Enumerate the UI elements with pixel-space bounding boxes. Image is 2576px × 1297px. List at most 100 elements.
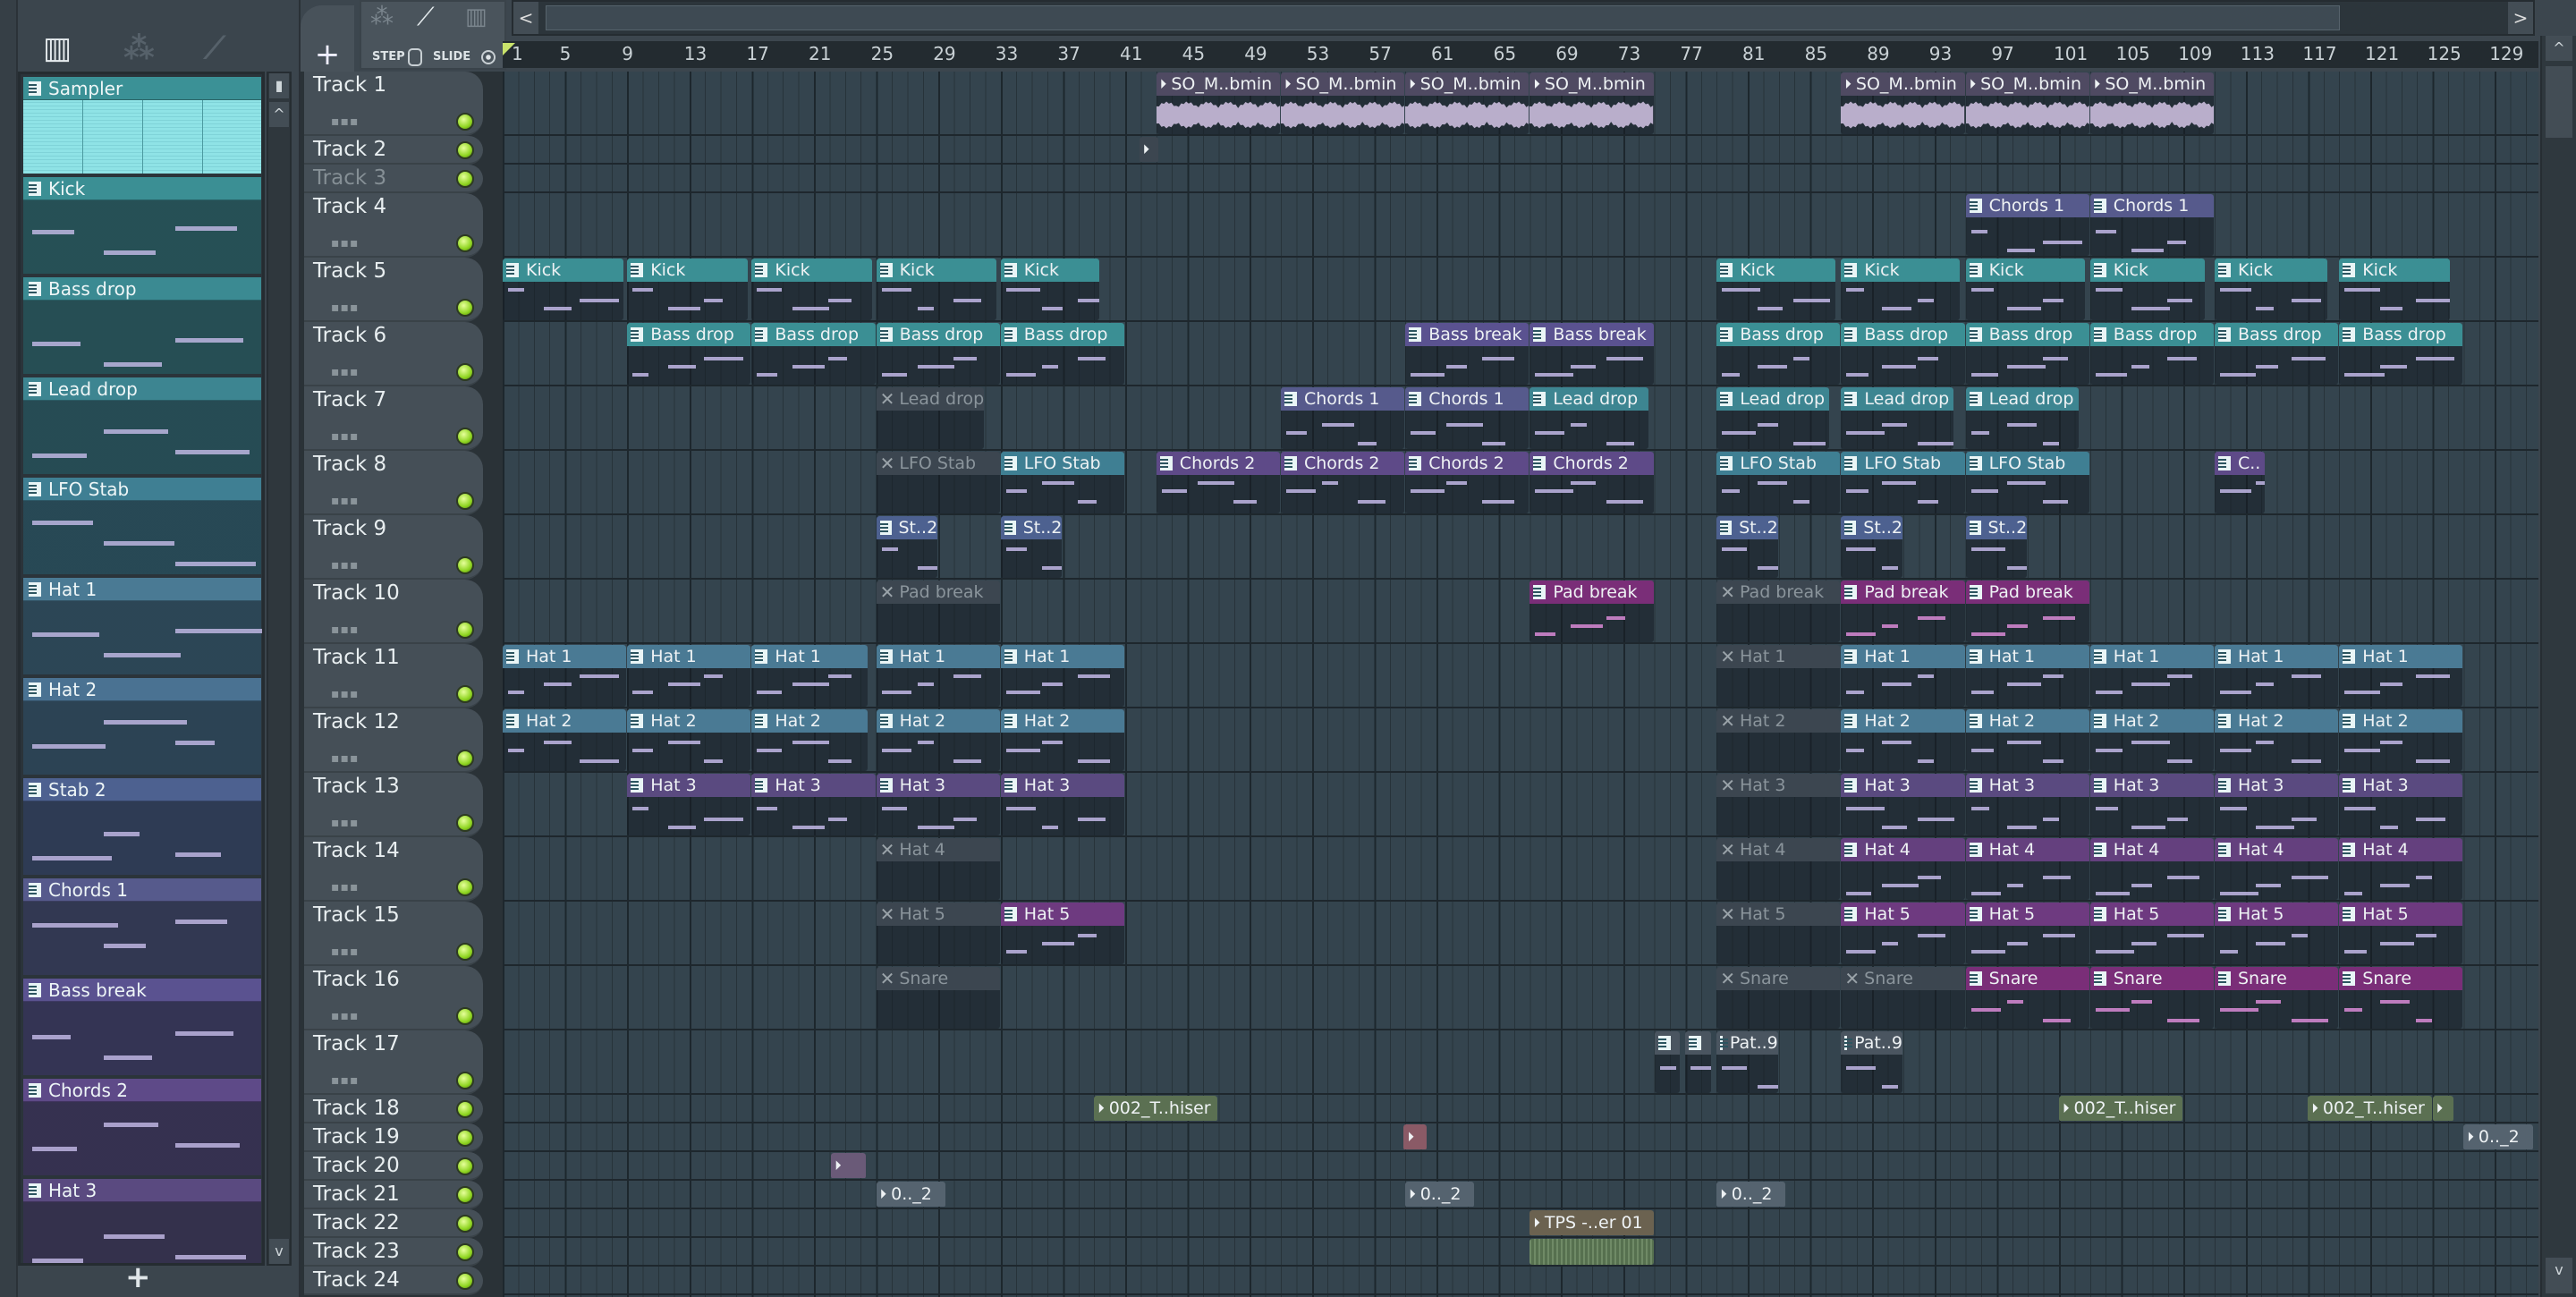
clip-header[interactable]: LFO Stab bbox=[1716, 452, 1841, 475]
track-header[interactable]: Track 22 bbox=[304, 1209, 483, 1238]
track-more-icon[interactable]: ▪▪▪ bbox=[331, 945, 359, 959]
track-name[interactable]: Track 16 bbox=[313, 968, 400, 991]
clip-header[interactable]: ⏵ 002_T..hiser bbox=[2059, 1096, 2183, 1121]
pattern-clip[interactable]: Kick bbox=[2339, 259, 2451, 320]
clip-header[interactable]: ⏵ 002_T..hiser bbox=[2308, 1096, 2432, 1121]
audio-clip[interactable]: ⏵ SO_M..bmin bbox=[1156, 72, 1280, 134]
track-header[interactable]: Track 9 ▪▪▪ bbox=[304, 515, 483, 580]
clip-header[interactable]: ⏵ 0.._2 bbox=[2463, 1124, 2533, 1149]
clip-header[interactable]: Bass drop bbox=[2089, 323, 2214, 346]
pattern-clip[interactable]: LFO Stab bbox=[1841, 452, 1965, 513]
pattern-clip[interactable]: Pat..9 bbox=[1841, 1031, 1902, 1093]
clip-header[interactable]: Snare bbox=[2339, 967, 2463, 990]
picker-item-header[interactable]: Chords 2 bbox=[23, 1079, 261, 1102]
pattern-clip[interactable]: LFO Stab bbox=[1716, 452, 1841, 513]
clip-header[interactable]: Bass break bbox=[1530, 323, 1654, 346]
pattern-clip[interactable]: Chords 1 bbox=[2089, 194, 2214, 256]
track-lane[interactable]: ✕ Hat 4 ✕ Hat 4 Hat 4 Hat 4 Hat 4 Hat 4 Hat 4 bbox=[503, 837, 2538, 902]
clip-header[interactable]: ✕ Snare bbox=[876, 967, 1000, 990]
track-header[interactable]: Track 12 ▪▪▪ bbox=[304, 708, 483, 773]
track-header[interactable]: Track 7 ▪▪▪ bbox=[304, 386, 483, 451]
clip-header[interactable]: Bass drop bbox=[1716, 323, 1841, 346]
clip-header[interactable]: Lead drop bbox=[1716, 387, 1830, 411]
audio-clip[interactable]: ⏵ SO_M..bmin bbox=[1530, 72, 1654, 134]
pattern-clip[interactable]: Chords 2 bbox=[1530, 452, 1654, 513]
clip-header[interactable]: Kick bbox=[627, 259, 748, 282]
track-more-icon[interactable]: ▪▪▪ bbox=[331, 623, 359, 637]
pattern-clip[interactable]: Bass drop bbox=[1841, 323, 1965, 385]
track-mute-led[interactable] bbox=[456, 141, 474, 159]
clip-header[interactable]: St..2 bbox=[876, 516, 938, 539]
pattern-clip[interactable]: Pad break bbox=[1965, 581, 2089, 642]
clip-header[interactable]: Kick bbox=[876, 259, 997, 282]
scroll-down-button[interactable]: v bbox=[2546, 1258, 2572, 1293]
clip-header[interactable]: ✕ Pad break bbox=[876, 581, 1000, 604]
audio-clip[interactable]: ⏵ 002_T..hiser bbox=[2308, 1096, 2432, 1122]
picker-item-header[interactable]: Kick bbox=[23, 177, 261, 200]
clip-header[interactable]: LFO Stab bbox=[1000, 452, 1124, 475]
audio-clip[interactable]: ⏵ SO_M..bmin bbox=[1281, 72, 1405, 134]
track-mute-led[interactable] bbox=[456, 878, 474, 896]
clip-header[interactable]: Hat 2 bbox=[2339, 709, 2463, 733]
audio-clip[interactable]: ⏵ 002_T..hiser bbox=[1094, 1096, 1218, 1122]
clip-header[interactable]: Hat 5 bbox=[1965, 903, 2089, 926]
pattern-clip[interactable]: Bass drop bbox=[1000, 323, 1124, 385]
clip-header[interactable]: ⏵ bbox=[1139, 137, 1159, 162]
clip-header[interactable]: Hat 3 bbox=[1000, 774, 1124, 797]
track-lane[interactable]: ✕ Lead drop Chords 1 Chords 1 Lead drop Lead … bbox=[503, 386, 2538, 451]
pattern-clip[interactable]: Kick bbox=[2215, 259, 2328, 320]
picker-item[interactable]: Chords 2 bbox=[23, 1079, 261, 1175]
track-mute-led[interactable] bbox=[456, 492, 474, 510]
track-mute-led[interactable] bbox=[456, 1100, 474, 1118]
pattern-clip[interactable]: Chords 1 bbox=[1405, 387, 1530, 449]
clip-header[interactable]: Hat 4 bbox=[1841, 838, 1965, 861]
clip-header[interactable]: Chords 1 bbox=[1281, 387, 1405, 411]
clip-header[interactable]: Snare bbox=[1965, 967, 2089, 990]
track-lane[interactable]: St..2 St..2 St..2 St..2 St..2 bbox=[503, 515, 2538, 580]
clip-header[interactable]: ✕ Hat 4 bbox=[876, 838, 1000, 861]
clip-header[interactable]: Lead drop bbox=[1841, 387, 1954, 411]
pattern-clip[interactable]: Hat 2 bbox=[751, 709, 868, 771]
audio-clip[interactable]: ⏵ bbox=[1403, 1124, 1427, 1150]
timeline-overview-scrollbar[interactable]: < > bbox=[512, 0, 2535, 36]
track-mute-led[interactable] bbox=[456, 1186, 474, 1204]
clip-header[interactable]: Kick bbox=[2215, 259, 2328, 282]
track-more-icon[interactable]: ▪▪▪ bbox=[331, 494, 359, 508]
track-more-icon[interactable]: ▪▪▪ bbox=[331, 751, 359, 766]
track-more-icon[interactable]: ▪▪▪ bbox=[331, 816, 359, 830]
pattern-clip[interactable]: LFO Stab bbox=[1000, 452, 1124, 513]
track-lane[interactable]: Bass drop Bass drop Bass drop Bass drop Bass… bbox=[503, 322, 2538, 386]
clip-header[interactable]: Bass drop bbox=[1000, 323, 1124, 346]
clip-header[interactable]: St..2 bbox=[1841, 516, 1902, 539]
track-more-icon[interactable]: ▪▪▪ bbox=[331, 236, 359, 250]
picker-item[interactable]: Hat 2 bbox=[23, 678, 261, 775]
overview-scroll-thumb[interactable] bbox=[546, 5, 2340, 30]
clip-header[interactable]: ✕ Hat 4 bbox=[1716, 838, 1841, 861]
pattern-clip[interactable]: C.. bbox=[2215, 452, 2266, 513]
clip-header[interactable]: Kick bbox=[2089, 259, 2205, 282]
track-name[interactable]: Track 4 bbox=[313, 195, 386, 218]
pattern-clip[interactable] bbox=[1685, 1031, 1711, 1093]
add-track-tab-button[interactable]: + bbox=[301, 5, 354, 72]
track-name[interactable]: Track 24 bbox=[313, 1268, 400, 1292]
clip-header[interactable] bbox=[1685, 1031, 1711, 1055]
clip-header[interactable]: ✕ Lead drop bbox=[876, 387, 985, 411]
picker-item-header[interactable]: Bass drop bbox=[23, 277, 261, 301]
pattern-clip[interactable]: Kick bbox=[1000, 259, 1100, 320]
clip-header[interactable]: St..2 bbox=[1965, 516, 2028, 539]
track-mute-led[interactable] bbox=[456, 1243, 474, 1261]
clip-header[interactable]: ⏵ SO_M..bmin bbox=[2089, 72, 2214, 96]
track-lane[interactable] bbox=[503, 1267, 2538, 1295]
clip-header[interactable]: Snare bbox=[2215, 967, 2339, 990]
track-name[interactable]: Track 14 bbox=[313, 839, 400, 862]
clip-header[interactable]: Lead drop bbox=[1530, 387, 1649, 411]
clip-header[interactable]: Hat 2 bbox=[876, 709, 1000, 733]
track-lane[interactable]: ⏵ 0.._2 ⏵ 0.._2 ⏵ 0.._2 bbox=[503, 1181, 2538, 1209]
track-header[interactable]: Track 20 bbox=[304, 1152, 483, 1181]
pattern-clip[interactable]: Hat 2 bbox=[503, 709, 627, 771]
pattern-clip[interactable]: Hat 4 bbox=[2215, 838, 2339, 900]
audio-clip[interactable]: ⏵ bbox=[2432, 1096, 2453, 1122]
clip-header[interactable]: Chords 2 bbox=[1405, 452, 1530, 475]
track-name[interactable]: Track 21 bbox=[313, 1183, 400, 1206]
clip-header[interactable]: Bass drop bbox=[627, 323, 751, 346]
